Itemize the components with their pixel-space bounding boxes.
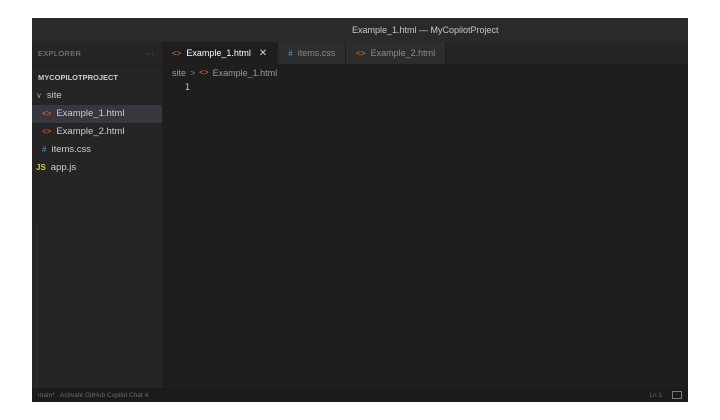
close-icon[interactable]: ✕ [259,48,267,59]
tree-item-label: Example_1.html [56,108,125,119]
status-bar: main* · Activate GitHub Copilot Chat 4 L… [32,388,688,402]
layout-icon[interactable] [672,391,682,399]
window-title: Example_1.html — MyCopilotProject [352,25,499,35]
breadcrumb-folder[interactable]: site [172,65,186,81]
tree-item-app-js[interactable]: JS app.js [32,159,162,177]
js-file-icon: JS [36,163,46,172]
explorer-sidebar: MYCOPILOTPROJECT ∨ site <> Example_1.htm… [32,65,162,402]
tab-label: items.css [297,48,336,58]
breadcrumb-separator-icon: > [190,68,196,78]
tab-label: Example_2.html [370,48,436,58]
tab-row: EXPLORER ··· <> Example_1.html ✕ # items… [32,42,688,65]
code-line[interactable]: 1 [162,81,688,95]
css-file-icon: # [288,48,293,58]
explorer-title: EXPLORER [38,48,82,58]
tree-item-label: Example_2.html [56,126,125,137]
html-file-icon: <> [356,48,366,58]
html-file-icon: <> [42,127,52,136]
project-title[interactable]: MYCOPILOTPROJECT [32,69,162,87]
tab-label: Example_1.html [186,48,251,58]
breadcrumb-file[interactable]: Example_1.html [213,65,278,81]
line-number: 1 [184,83,190,93]
html-file-icon: <> [199,68,209,77]
folder-site[interactable]: ∨ site [32,87,162,105]
css-file-icon: # [42,145,47,154]
tree-item-example-2[interactable]: <> Example_2.html [32,123,162,141]
folder-label: site [46,90,62,101]
breadcrumb: site > <> Example_1.html [162,65,688,81]
editor-area[interactable]: site > <> Example_1.html 1 [162,65,688,402]
html-file-icon: <> [42,109,52,118]
explorer-more-icon[interactable]: ··· [146,49,154,58]
tree-item-label: items.css [51,144,92,155]
chevron-down-icon: ∨ [36,91,42,100]
tree-item-items-css[interactable]: # items.css [32,141,162,159]
title-bar: Example_1.html — MyCopilotProject [32,18,688,42]
status-left[interactable]: main* · Activate GitHub Copilot Chat 4 [38,392,148,399]
tree-item-example-1[interactable]: <> Example_1.html [32,105,162,123]
tab-items-css[interactable]: # items.css [278,42,347,64]
indent-guide [36,225,57,395]
explorer-header: EXPLORER ··· [32,42,162,64]
vscode-window: Example_1.html — MyCopilotProject EXPLOR… [32,18,688,402]
editor-tabs: <> Example_1.html ✕ # items.css <> Examp… [162,42,688,64]
tab-example-1[interactable]: <> Example_1.html ✕ [162,42,279,64]
status-position[interactable]: Ln 1 [649,392,662,399]
tab-example-2[interactable]: <> Example_2.html [346,42,447,64]
html-file-icon: <> [172,48,182,58]
tree-item-label: app.js [50,162,77,173]
